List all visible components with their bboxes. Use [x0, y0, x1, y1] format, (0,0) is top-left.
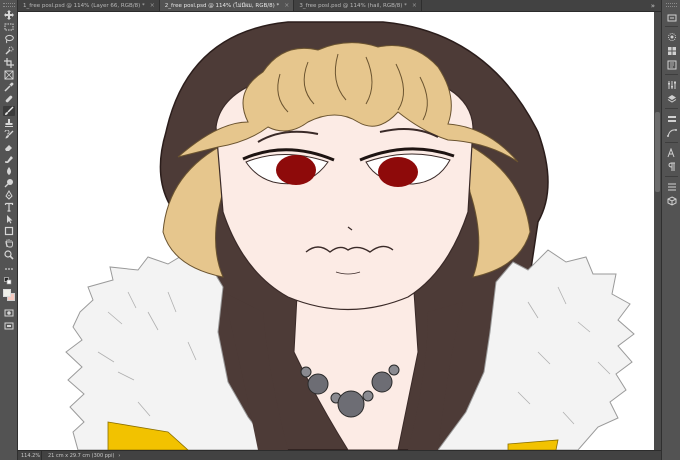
- character-icon[interactable]: [666, 147, 677, 158]
- quick-select-tool-icon[interactable]: [3, 46, 15, 56]
- tools-panel: [0, 0, 18, 460]
- healing-brush-tool-icon[interactable]: [3, 94, 15, 104]
- document-info: 21 cm x 29.7 cm (300 ppi): [48, 452, 115, 459]
- more-tools-icon[interactable]: [3, 264, 15, 274]
- 3d-icon[interactable]: [666, 195, 677, 206]
- tab-document-3[interactable]: 3_free posl.psd @ 114% (hail, RGB/8) * ×: [294, 0, 422, 11]
- vertical-scrollbar[interactable]: [654, 12, 661, 450]
- default-colors-icon[interactable]: [3, 277, 15, 286]
- brush-tool-icon[interactable]: [3, 106, 15, 116]
- pen-tool-icon[interactable]: [3, 190, 15, 200]
- scrollbar-thumb[interactable]: [655, 112, 660, 192]
- screen-mode-icon[interactable]: [3, 321, 15, 331]
- move-tool-icon[interactable]: [3, 10, 15, 20]
- marquee-tool-icon[interactable]: [3, 22, 15, 32]
- eraser-tool-icon[interactable]: [3, 142, 15, 152]
- tab-label: 3_free posl.psd @ 114% (hail, RGB/8) *: [299, 2, 407, 9]
- quick-mask-icon[interactable]: [3, 308, 15, 318]
- photoshop-window: 1_free posl.psd @ 114% (Layer 66, RGB/8)…: [0, 0, 680, 460]
- tab-close-icon[interactable]: ×: [150, 2, 155, 9]
- properties-icon[interactable]: [666, 181, 677, 192]
- eyedropper-tool-icon[interactable]: [3, 82, 15, 92]
- tab-document-2[interactable]: 2_free posl.psd @ 114% (ไม่มีผม, RGB/8) …: [159, 0, 295, 11]
- gradient-tool-icon[interactable]: [3, 154, 15, 164]
- status-menu-arrow-icon[interactable]: ›: [118, 453, 120, 459]
- zoom-level[interactable]: 114.2%: [18, 451, 42, 460]
- tab-close-icon[interactable]: ×: [284, 2, 289, 9]
- history-icon[interactable]: [666, 12, 677, 23]
- clone-stamp-tool-icon[interactable]: [3, 118, 15, 128]
- type-tool-icon[interactable]: [3, 202, 15, 212]
- channels-icon[interactable]: [666, 113, 677, 124]
- libraries-icon[interactable]: [666, 59, 677, 70]
- foreground-color-swatch[interactable]: [3, 289, 11, 297]
- path-select-tool-icon[interactable]: [3, 214, 15, 224]
- illustration-artwork: [65, 21, 635, 450]
- history-brush-tool-icon[interactable]: [3, 130, 15, 140]
- status-bar: 114.2% 21 cm x 29.7 cm (300 ppi) ›: [18, 450, 661, 460]
- paragraph-icon[interactable]: [666, 161, 677, 172]
- color-icon[interactable]: [666, 31, 677, 42]
- panel-dock: [661, 0, 680, 460]
- paths-icon[interactable]: [666, 127, 677, 138]
- tab-close-icon[interactable]: ×: [412, 2, 417, 9]
- blur-tool-icon[interactable]: [3, 166, 15, 176]
- layers-icon[interactable]: [666, 93, 677, 104]
- hand-tool-icon[interactable]: [3, 238, 15, 248]
- document-tab-bar: 1_free posl.psd @ 114% (Layer 66, RGB/8)…: [18, 0, 661, 12]
- tab-label: 2_free posl.psd @ 114% (ไม่มีผม, RGB/8) …: [164, 2, 280, 9]
- dodge-tool-icon[interactable]: [3, 178, 15, 188]
- frame-tool-icon[interactable]: [3, 70, 15, 80]
- tabs-overflow-icon[interactable]: »: [645, 0, 661, 11]
- shape-tool-icon[interactable]: [3, 226, 15, 236]
- zoom-tool-icon[interactable]: [3, 250, 15, 260]
- crop-tool-icon[interactable]: [3, 58, 15, 68]
- tab-label: 1_free posl.psd @ 114% (Layer 66, RGB/8)…: [23, 2, 145, 9]
- tools-panel-grip[interactable]: [3, 3, 15, 7]
- tab-document-1[interactable]: 1_free posl.psd @ 114% (Layer 66, RGB/8)…: [18, 0, 160, 11]
- panel-dock-grip[interactable]: [666, 3, 677, 7]
- adjustments-icon[interactable]: [666, 79, 677, 90]
- lasso-tool-icon[interactable]: [3, 34, 15, 44]
- swatches-icon[interactable]: [666, 45, 677, 56]
- document-canvas[interactable]: [18, 12, 654, 450]
